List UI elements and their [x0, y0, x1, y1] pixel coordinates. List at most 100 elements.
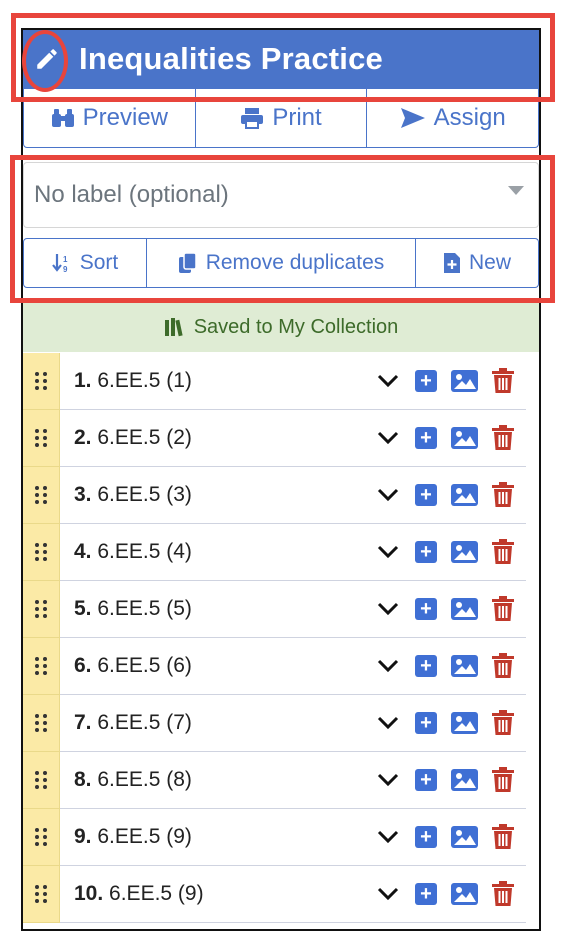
item-label[interactable]: 3. 6.EE.5 (3)	[74, 483, 375, 507]
image-icon[interactable]	[451, 769, 478, 791]
assign-button[interactable]: Assign	[367, 88, 539, 148]
drag-handle-icon[interactable]	[23, 580, 60, 638]
item-title: 6.EE.5 (7)	[97, 711, 192, 734]
chevron-down-icon	[508, 185, 524, 195]
chevron-down-icon[interactable]	[375, 368, 401, 394]
drag-handle-icon[interactable]	[23, 523, 60, 581]
list-item[interactable]: 9. 6.EE.5 (9) +	[23, 808, 526, 866]
add-icon[interactable]: +	[415, 541, 437, 563]
drag-handle-icon[interactable]	[23, 466, 60, 524]
trash-icon[interactable]	[492, 368, 514, 394]
chevron-down-icon[interactable]	[375, 653, 401, 679]
image-icon[interactable]	[451, 598, 478, 620]
add-icon[interactable]: +	[415, 655, 437, 677]
item-label[interactable]: 7. 6.EE.5 (7)	[74, 711, 375, 735]
trash-icon[interactable]	[492, 596, 514, 622]
add-icon[interactable]: +	[415, 427, 437, 449]
label-select[interactable]: No label (optional)	[23, 162, 539, 228]
image-icon[interactable]	[451, 712, 478, 734]
list-item[interactable]: 10. 6.EE.5 (9) +	[23, 865, 526, 923]
item-label[interactable]: 6. 6.EE.5 (6)	[74, 654, 375, 678]
image-icon[interactable]	[451, 484, 478, 506]
item-title: 6.EE.5 (3)	[97, 483, 192, 506]
drag-handle-icon[interactable]	[23, 352, 60, 410]
chevron-down-icon[interactable]	[375, 881, 401, 907]
item-label[interactable]: 5. 6.EE.5 (5)	[74, 597, 375, 621]
add-icon[interactable]: +	[415, 769, 437, 791]
item-actions: +	[375, 539, 514, 565]
pencil-icon[interactable]	[29, 41, 65, 77]
list-item[interactable]: 5. 6.EE.5 (5) +	[23, 580, 526, 638]
item-actions: +	[375, 710, 514, 736]
add-icon[interactable]: +	[415, 370, 437, 392]
question-list: 1. 6.EE.5 (1) + 2. 6.EE.5 (2) + 3. 6.EE.…	[23, 352, 539, 923]
drag-handle-icon[interactable]	[23, 865, 60, 923]
saved-text: Saved to My Collection	[193, 315, 399, 338]
list-item[interactable]: 7. 6.EE.5 (7) +	[23, 694, 526, 752]
item-actions: +	[375, 596, 514, 622]
item-label[interactable]: 1. 6.EE.5 (1)	[74, 369, 375, 393]
image-icon[interactable]	[451, 541, 478, 563]
image-icon[interactable]	[451, 655, 478, 677]
trash-icon[interactable]	[492, 767, 514, 793]
item-title: 6.EE.5 (6)	[97, 654, 192, 677]
page-title[interactable]: Inequalities Practice	[79, 41, 383, 77]
action-bar: Preview Print Assign	[23, 88, 539, 148]
chevron-down-icon[interactable]	[375, 767, 401, 793]
item-label[interactable]: 2. 6.EE.5 (2)	[74, 426, 375, 450]
chevron-down-icon[interactable]	[375, 824, 401, 850]
svg-text:1: 1	[63, 255, 68, 264]
trash-icon[interactable]	[492, 482, 514, 508]
add-icon[interactable]: +	[415, 826, 437, 848]
list-item[interactable]: 6. 6.EE.5 (6) +	[23, 637, 526, 695]
print-label: Print	[272, 104, 322, 131]
add-icon[interactable]: +	[415, 883, 437, 905]
new-label: New	[468, 251, 511, 274]
item-label[interactable]: 9. 6.EE.5 (9)	[74, 825, 375, 849]
item-actions: +	[375, 824, 514, 850]
image-icon[interactable]	[451, 370, 478, 392]
chevron-down-icon[interactable]	[375, 710, 401, 736]
chevron-down-icon[interactable]	[375, 539, 401, 565]
drag-handle-icon[interactable]	[23, 637, 60, 695]
chevron-down-icon[interactable]	[375, 425, 401, 451]
trash-icon[interactable]	[492, 653, 514, 679]
list-item[interactable]: 4. 6.EE.5 (4) +	[23, 523, 526, 581]
list-item[interactable]: 2. 6.EE.5 (2) +	[23, 409, 526, 467]
list-item[interactable]: 1. 6.EE.5 (1) +	[23, 352, 526, 410]
print-button[interactable]: Print	[195, 88, 368, 148]
item-label[interactable]: 10. 6.EE.5 (9)	[74, 882, 375, 906]
item-actions: +	[375, 482, 514, 508]
file-plus-icon	[443, 253, 460, 273]
item-title: 6.EE.5 (9)	[97, 825, 192, 848]
list-item[interactable]: 8. 6.EE.5 (8) +	[23, 751, 526, 809]
drag-handle-icon[interactable]	[23, 409, 60, 467]
image-icon[interactable]	[451, 826, 478, 848]
remove-duplicates-button[interactable]: Remove duplicates	[147, 238, 416, 288]
trash-icon[interactable]	[492, 710, 514, 736]
image-icon[interactable]	[451, 427, 478, 449]
item-label[interactable]: 4. 6.EE.5 (4)	[74, 540, 375, 564]
item-actions: +	[375, 368, 514, 394]
trash-icon[interactable]	[492, 425, 514, 451]
drag-handle-icon[interactable]	[23, 808, 60, 866]
add-icon[interactable]: +	[415, 484, 437, 506]
chevron-down-icon[interactable]	[375, 596, 401, 622]
drag-handle-icon[interactable]	[23, 751, 60, 809]
drag-handle-icon[interactable]	[23, 694, 60, 752]
item-number: 9.	[74, 825, 92, 848]
image-icon[interactable]	[451, 883, 478, 905]
new-button[interactable]: New	[416, 238, 539, 288]
label-select-placeholder: No label (optional)	[34, 181, 229, 208]
add-icon[interactable]: +	[415, 712, 437, 734]
trash-icon[interactable]	[492, 824, 514, 850]
list-item[interactable]: 3. 6.EE.5 (3) +	[23, 466, 526, 524]
trash-icon[interactable]	[492, 539, 514, 565]
books-icon	[164, 318, 183, 337]
item-label[interactable]: 8. 6.EE.5 (8)	[74, 768, 375, 792]
trash-icon[interactable]	[492, 881, 514, 907]
chevron-down-icon[interactable]	[375, 482, 401, 508]
sort-button[interactable]: 19 Sort	[23, 238, 147, 288]
add-icon[interactable]: +	[415, 598, 437, 620]
preview-button[interactable]: Preview	[23, 88, 196, 148]
